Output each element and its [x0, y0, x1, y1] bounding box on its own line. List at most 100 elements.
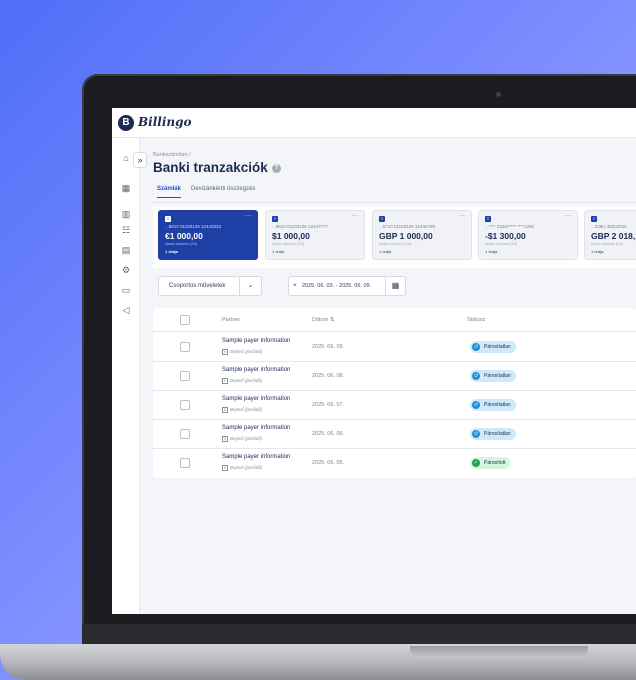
header-date[interactable]: Dátum ⇅ [312, 317, 334, 323]
status-label: Párosított [484, 460, 506, 466]
status-label: Párosítatlan [484, 373, 511, 379]
select-all-checkbox[interactable] [180, 315, 190, 325]
more-options-icon[interactable]: ··· [245, 213, 251, 219]
sidebar: ⌂ ▦ ▥ ☷ ▤ ⚙ ▭ ◁ ? [112, 138, 140, 614]
invoice-label: Bejövő (jövőidő) [230, 378, 263, 384]
table-row[interactable]: Sample payer information K Bejövő (jövőid… [153, 333, 636, 362]
invoice-label: Bejövő (jövőidő) [230, 465, 263, 471]
more-options-icon[interactable]: ··· [565, 213, 571, 219]
status-label: Párosítatlan [484, 431, 511, 437]
unpaired-icon: ↺ [472, 401, 480, 409]
table-row[interactable]: Sample payer information K Bejövő (jövőid… [153, 391, 636, 420]
tab-accounts[interactable]: Számlák [157, 186, 182, 198]
account-balance: GBP 2 018,1 [591, 231, 636, 241]
invoice-link[interactable]: K Bejövő (jövőidő) [222, 465, 262, 471]
laptop-bezel [82, 624, 636, 646]
more-options-icon[interactable]: ··· [459, 213, 465, 219]
table-header: Partner Dátum ⇅ Státusz [153, 308, 636, 332]
transaction-date: 2025. 06. 08. [312, 373, 345, 379]
page-title-text: Banki tranzakciók [153, 160, 268, 175]
account-sync: Utolsó szinkron (2/4) [165, 242, 198, 246]
currency-flag-icon: ≡ [591, 216, 597, 222]
invoice-link[interactable]: K Bejövő (jövőidő) [222, 436, 262, 442]
currency-flag-icon: ≡ [272, 216, 278, 222]
account-updated: 1 órája [165, 249, 178, 254]
partner-name: Sample payer information [222, 367, 291, 373]
account-balance: $1 000,00 [272, 231, 310, 241]
breadcrumb[interactable]: Bankszámlám / [153, 152, 191, 158]
invoice-link[interactable]: K Bejövő (jövőidő) [222, 378, 262, 384]
currency-flag-icon: ≡ [485, 216, 491, 222]
bulk-actions-select[interactable]: Csoportos műveletek ⌄ [158, 276, 262, 296]
account-card[interactable]: ≡ ··· ...8610 01100126 12447777 $1 000,00… [265, 210, 365, 260]
bank-icon[interactable]: ▥ [119, 208, 133, 220]
partner-name: Sample payer information [222, 396, 291, 402]
settings-icon[interactable]: ⚙ [119, 264, 133, 276]
status-badge: ↺ Párosítatlan [470, 341, 516, 353]
bulk-actions-label: Csoportos műveletek [169, 283, 226, 289]
tab-currency-summary[interactable]: Devizánkénti összegzés [191, 186, 255, 197]
partner-name: Sample payer information [222, 338, 291, 344]
account-cards: ≡ ··· ...8610 01100126 12443333 €1 000,00… [153, 206, 636, 268]
status-badge: ↺ Párosítatlan [470, 428, 516, 440]
more-options-icon[interactable]: ··· [352, 213, 358, 219]
account-updated: 1 órája [379, 249, 392, 254]
invoice-icon: K [222, 378, 228, 384]
account-balance: GBP 1 000,00 [379, 231, 433, 241]
transaction-date: 2025. 06. 09. [312, 344, 345, 350]
account-card[interactable]: ≡ ··· ...8610 01100126 12443333 €1 000,00… [158, 210, 258, 260]
expand-sidebar-button[interactable]: » [133, 152, 147, 168]
home-icon[interactable]: ⌂ [119, 152, 133, 164]
account-number: ...8610 01100126 12443333 [165, 224, 221, 229]
invoice-icon: K [222, 465, 228, 471]
invoice-link[interactable]: K Bejövő (jövőidő) [222, 407, 262, 413]
logo-badge: B [118, 115, 134, 131]
unpaired-icon: ↺ [472, 343, 480, 351]
account-card[interactable]: ≡ ··· ...**** 0325***** ****1285 -$1 300,… [478, 210, 578, 260]
row-checkbox[interactable] [180, 400, 190, 410]
table-row[interactable]: Sample payer information K Bejövő (jövőid… [153, 449, 636, 478]
unpaired-icon: ↺ [472, 372, 480, 380]
chevron-down-icon[interactable]: ⌄ [239, 277, 261, 295]
top-bar: B Billingo [112, 108, 636, 138]
document-icon[interactable]: ▤ [119, 244, 133, 256]
page-title: Banki tranzakciók? [153, 160, 281, 175]
account-number: ...8610 01100126 12447777 [272, 224, 328, 229]
users-icon[interactable]: ☷ [119, 224, 133, 236]
transaction-date: 2025. 06. 07. [312, 402, 345, 408]
row-checkbox[interactable] [180, 371, 190, 381]
account-balance: -$1 300,00 [485, 231, 526, 241]
account-balance: €1 000,00 [165, 231, 203, 241]
date-range-filter[interactable]: × 2025. 06. 03. - 2025. 06. 09. ▦ [288, 276, 406, 296]
header-partner[interactable]: Partner [222, 317, 240, 323]
grid-icon[interactable]: ▦ [119, 182, 133, 194]
account-card[interactable]: ≡ ...338U 48202015 GBP 2 018,1 Utolsó sz… [584, 210, 636, 260]
laptop-notch [410, 646, 588, 658]
row-checkbox[interactable] [180, 342, 190, 352]
table-row[interactable]: Sample payer information K Bejövő (jövőid… [153, 362, 636, 391]
status-label: Párosítatlan [484, 344, 511, 350]
status-badge: ↺ Párosítatlan [470, 399, 516, 411]
help-icon[interactable]: ? [271, 163, 281, 173]
account-sync: Utolsó szinkron (2/4) [272, 242, 305, 246]
invoice-link[interactable]: K Bejövő (jövőidő) [222, 349, 262, 355]
account-updated: 1 órája [591, 249, 604, 254]
date-range-value: 2025. 06. 03. - 2025. 06. 09. [302, 283, 372, 289]
clear-date-icon[interactable]: × [293, 282, 297, 289]
row-checkbox[interactable] [180, 458, 190, 468]
account-number: ...9710 01100126 12446785 [379, 224, 435, 229]
card-icon[interactable]: ▭ [119, 284, 133, 296]
status-badge: ✓ Párosított [470, 457, 511, 469]
account-sync: Utolsó szinkron (2/4) [485, 242, 518, 246]
header-status[interactable]: Státusz [467, 317, 485, 323]
app-screen: B Billingo ⌂ ▦ ▥ ☷ ▤ ⚙ ▭ ◁ ? » Bankszáml… [112, 108, 636, 614]
table-row[interactable]: Sample payer information K Bejövő (jövőid… [153, 420, 636, 449]
partner-name: Sample payer information [222, 425, 291, 431]
calendar-icon[interactable]: ▦ [385, 277, 405, 295]
logo-text[interactable]: Billingo [138, 115, 192, 129]
account-card[interactable]: ≡ ··· ...9710 01100126 12446785 GBP 1 000… [372, 210, 472, 260]
account-number: ...**** 0325***** ****1285 [485, 224, 535, 229]
row-checkbox[interactable] [180, 429, 190, 439]
megaphone-icon[interactable]: ◁ [119, 304, 133, 316]
invoice-icon: K [222, 349, 228, 355]
